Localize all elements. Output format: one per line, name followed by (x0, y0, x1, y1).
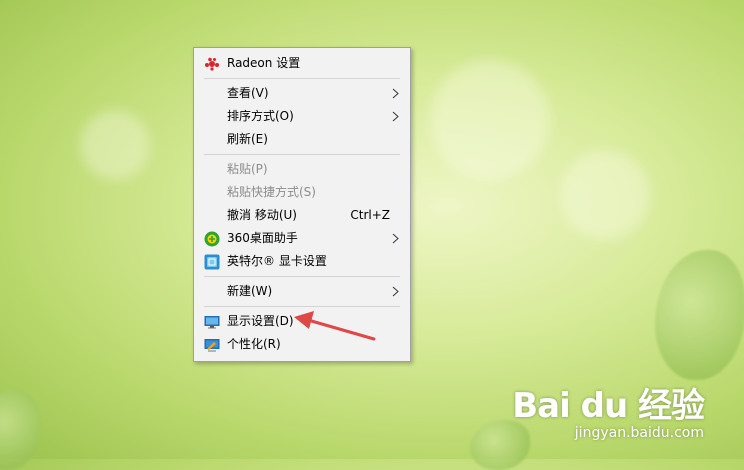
baidu-watermark: Bai du 经验 jingyan.baidu.com (512, 378, 705, 441)
watermark-url: jingyan.baidu.com (574, 425, 704, 441)
watermark-brand: Bai du 经验 (512, 386, 705, 426)
